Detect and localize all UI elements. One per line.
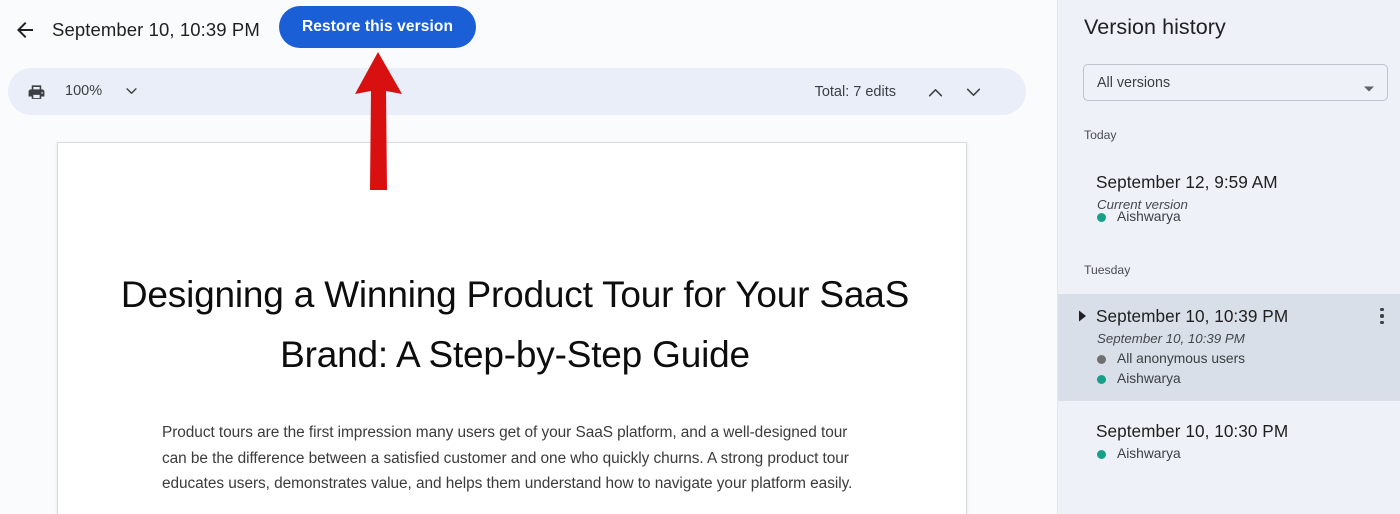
document-body-paragraph: Product tours are the first impression m…: [162, 424, 853, 493]
version-date: September 12, 9:59 AM: [1096, 172, 1278, 192]
author-color-dot: [1097, 354, 1106, 364]
version-history-panel: Version history All versions Today Septe…: [1057, 0, 1400, 514]
author-list: Aishwarya: [1097, 208, 1181, 228]
author-name: Aishwarya: [1117, 209, 1181, 224]
version-row-selected[interactable]: September 10, 10:39 PM September 10, 10:…: [1058, 294, 1400, 401]
viewer-top-bar: September 10, 10:39 PM Restore this vers…: [0, 0, 1057, 60]
panel-title: Version history: [1084, 15, 1226, 39]
group-label-tuesday: Tuesday: [1084, 263, 1131, 277]
author-color-dot: [1097, 449, 1106, 459]
chevron-down-icon: [1363, 80, 1375, 98]
author-list: Aishwarya: [1097, 445, 1181, 465]
version-subtitle: September 10, 10:39 PM: [1097, 331, 1245, 346]
print-icon[interactable]: [22, 78, 50, 106]
triangle-right-icon[interactable]: [1076, 309, 1089, 323]
author-entry: Aishwarya: [1097, 208, 1181, 226]
version-date: September 10, 10:30 PM: [1096, 421, 1289, 441]
version-history-screen: September 10, 10:39 PM Restore this vers…: [0, 0, 1400, 514]
chevron-down-icon[interactable]: [120, 81, 142, 102]
version-row[interactable]: September 10, 10:30 PM Aishwarya: [1058, 409, 1400, 481]
viewer-toolbar: 100% Total: 7 edits: [8, 68, 1026, 115]
arrow-left-icon[interactable]: [8, 13, 42, 47]
author-entry: Aishwarya: [1097, 370, 1245, 388]
author-name: All anonymous users: [1117, 351, 1246, 366]
version-row[interactable]: September 12, 9:59 AM Current version Ai…: [1058, 160, 1400, 245]
edits-total-label: Total: 7 edits: [814, 84, 896, 100]
versions-filter-select[interactable]: All versions: [1083, 64, 1388, 101]
document-scroll-area[interactable]: Designing a Winning Product Tour for You…: [0, 121, 1057, 514]
document-scrollbar[interactable]: [1040, 121, 1054, 514]
author-name: Aishwarya: [1117, 371, 1181, 386]
group-label-today: Today: [1084, 128, 1117, 142]
previous-edit-button[interactable]: [920, 77, 950, 107]
more-vertical-icon[interactable]: [1368, 302, 1396, 330]
versions-filter-value: All versions: [1097, 75, 1171, 91]
author-name: Aishwarya: [1117, 446, 1181, 461]
version-date: September 10, 10:39 PM: [1096, 306, 1289, 326]
author-list: All anonymous users Aishwarya: [1097, 350, 1245, 390]
author-entry: Aishwarya: [1097, 445, 1181, 463]
document-heading: Designing a Winning Product Tour for You…: [120, 274, 910, 375]
page-title: September 10, 10:39 PM: [52, 19, 260, 40]
restore-this-version-button[interactable]: Restore this version: [279, 6, 477, 48]
next-edit-button[interactable]: [958, 77, 988, 107]
document-page: Designing a Winning Product Tour for You…: [57, 142, 967, 514]
author-color-dot: [1097, 212, 1106, 222]
author-color-dot: [1097, 374, 1106, 384]
document-viewer: September 10, 10:39 PM Restore this vers…: [0, 0, 1057, 514]
author-entry: All anonymous users: [1097, 350, 1245, 368]
zoom-level-label: 100%: [65, 83, 103, 99]
